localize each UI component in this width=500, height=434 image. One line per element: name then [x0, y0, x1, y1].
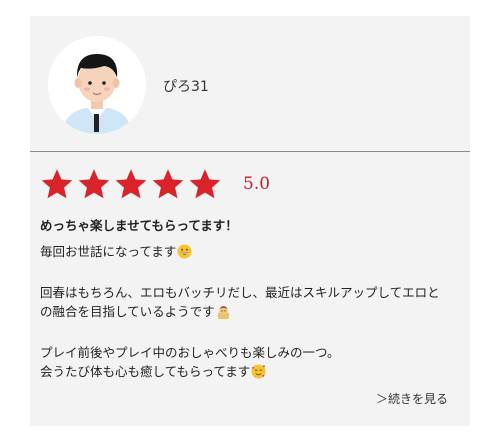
star-icon	[41, 169, 73, 199]
review-title: めっちゃ楽しませてもらってます！	[40, 218, 238, 233]
review-line: の融合を目指しているようです	[40, 304, 215, 319]
grinning-face-emoji-icon	[177, 244, 192, 264]
divider	[30, 151, 470, 152]
spa-person-emoji-icon	[216, 304, 231, 324]
review-paragraph: プレイ前後やプレイ中のおしゃべりも楽しみの一つ。 会うたび体も心も癒してもらって…	[40, 343, 465, 384]
review-paragraph: 毎回お世話になってます	[40, 242, 465, 264]
rating-score: 5.0	[243, 174, 271, 194]
star-icon	[115, 169, 147, 199]
review-card: ぴろ31 5.0 めっちゃ楽しませてもらってます！ 毎回お世話になってます 回春…	[30, 16, 470, 426]
star-icon	[78, 169, 110, 199]
reviewer-header: ぴろ31	[30, 16, 470, 151]
read-more-link[interactable]: ＞続きを見る	[376, 390, 448, 407]
smiling-face-with-hearts-emoji-icon	[251, 364, 266, 384]
review-body: めっちゃ楽しませてもらってます！ 毎回お世話になってます 回春はもちろん、エロも…	[40, 216, 465, 384]
review-line: 会うたび体も心も癒してもらってます	[40, 364, 251, 379]
review-line: 回春はもちろん、エロもバッチリだし、最近はスキルアップしてエロと	[40, 285, 440, 300]
review-line: 毎回お世話になってます	[40, 244, 177, 259]
review-paragraph: 回春はもちろん、エロもバッチリだし、最近はスキルアップしてエロと の融合を目指し…	[40, 283, 465, 324]
star-icon	[152, 169, 184, 199]
username: ぴろ31	[163, 79, 209, 95]
rating-row: 5.0	[40, 164, 270, 204]
star-icon	[189, 169, 221, 199]
avatar	[48, 36, 146, 134]
review-line: プレイ前後やプレイ中のおしゃべりも楽しみの一つ。	[40, 345, 340, 360]
